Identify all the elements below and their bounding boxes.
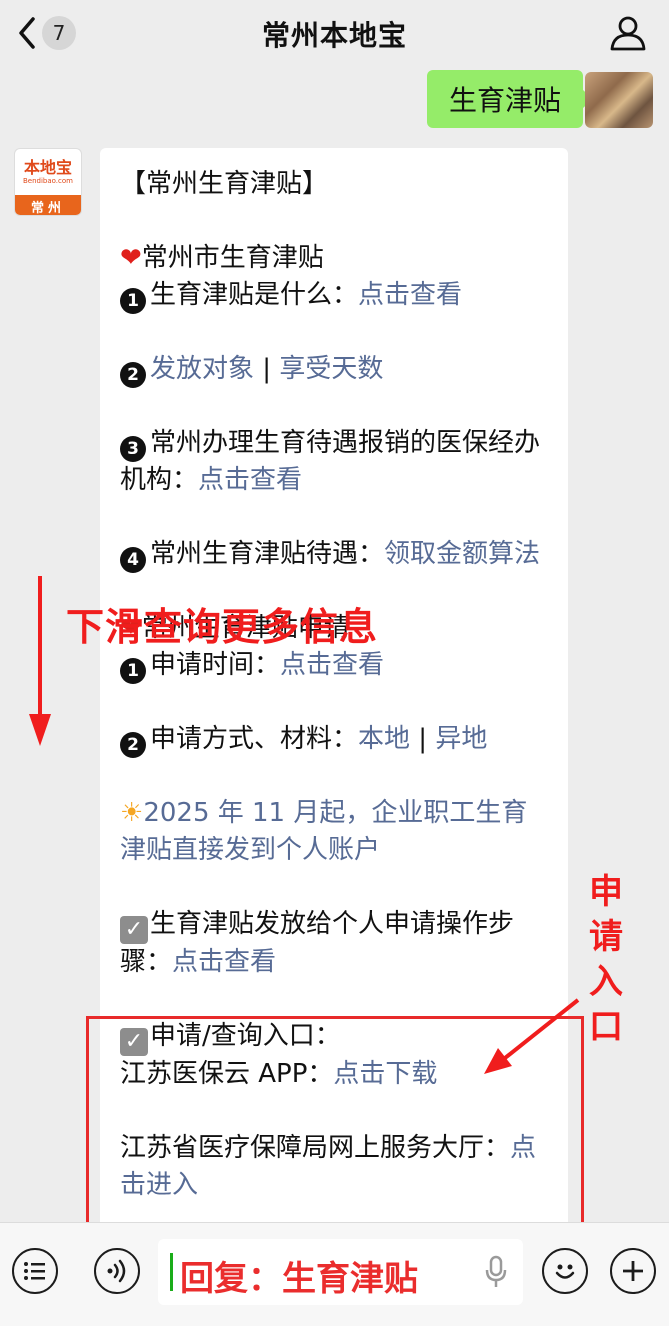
apply1: 1 申请时间：点击查看 bbox=[120, 647, 548, 684]
item2-separator: | bbox=[254, 354, 280, 384]
steps-link[interactable]: 点击查看 bbox=[172, 947, 276, 977]
back-button[interactable]: 7 bbox=[18, 16, 76, 50]
plus-icon bbox=[623, 1261, 643, 1281]
item2-link-target[interactable]: 发放对象 bbox=[150, 354, 254, 384]
number-four-icon: 4 bbox=[120, 547, 146, 573]
checkbox-icon: ✓ bbox=[120, 916, 148, 944]
list-icon bbox=[24, 1262, 45, 1280]
mic-icon[interactable] bbox=[485, 1255, 507, 1289]
emoji-button[interactable] bbox=[542, 1248, 588, 1294]
highlight-box bbox=[86, 1016, 584, 1226]
more-button[interactable] bbox=[610, 1248, 656, 1294]
item2-link-days[interactable]: 享受天数 bbox=[279, 354, 383, 384]
apply-entry-annotation: 申请入口 bbox=[589, 872, 623, 1047]
item3-link[interactable]: 点击查看 bbox=[198, 465, 302, 495]
chat-header: 7 常州本地宝 bbox=[0, 0, 669, 68]
item1: 1 生育津贴是什么：点击查看 bbox=[120, 277, 548, 314]
text-caret bbox=[170, 1253, 173, 1291]
self-avatar[interactable] bbox=[585, 72, 653, 128]
item4: 4 常州生育津贴待遇：领取金额算法 bbox=[120, 536, 548, 573]
apply2-separator: | bbox=[410, 724, 436, 754]
bot-brand: 本地宝 bbox=[23, 157, 72, 177]
section1-title: 常州市生育津贴 bbox=[141, 243, 324, 273]
number-two-icon: 2 bbox=[120, 732, 146, 758]
item1-link[interactable]: 点击查看 bbox=[358, 280, 462, 310]
apply1-label: 申请时间： bbox=[150, 650, 281, 680]
apply2-label: 申请方式、材料： bbox=[150, 724, 359, 754]
bot-avatar[interactable]: 本地宝 Bendibao.com 常州 bbox=[14, 148, 82, 216]
steps: ✓ 生育津贴发放给个人申请操作步骤：点击查看 bbox=[120, 906, 548, 981]
section1-heading: ❤常州市生育津贴 bbox=[120, 240, 548, 277]
number-one-icon: 1 bbox=[120, 658, 146, 684]
number-one-icon: 1 bbox=[120, 288, 146, 314]
notice-link[interactable]: 2025 年 11 月起，企业职工生育津贴直接发到个人账户 bbox=[120, 798, 527, 865]
scroll-hint-annotation: 下滑查询更多信息 bbox=[66, 605, 379, 649]
emoji-icon bbox=[555, 1264, 575, 1279]
down-arrow-icon bbox=[29, 576, 51, 746]
item4-label: 常州生育津贴待遇： bbox=[150, 539, 385, 569]
number-three-icon: 3 bbox=[120, 436, 146, 462]
item4-link[interactable]: 领取金额算法 bbox=[384, 539, 540, 569]
message-title: 【常州生育津贴】 bbox=[120, 169, 329, 199]
input-toolbar: 回复：生育津贴 bbox=[0, 1222, 669, 1326]
back-chevron-icon bbox=[19, 17, 35, 49]
apply2-link-local[interactable]: 本地 bbox=[358, 724, 410, 754]
apply1-link[interactable]: 点击查看 bbox=[280, 650, 384, 680]
number-two-icon: 2 bbox=[120, 362, 146, 388]
item1-label: 生育津贴是什么： bbox=[150, 280, 359, 310]
item3-label: 常州办理生育待遇报销的医保经办机构： bbox=[120, 428, 541, 495]
user-icon[interactable] bbox=[609, 14, 647, 52]
outgoing-text: 生育津贴 bbox=[448, 84, 561, 117]
bot-city: 常州 bbox=[15, 195, 81, 215]
heart-icon: ❤ bbox=[120, 243, 142, 273]
chat-title: 常州本地宝 bbox=[261, 19, 407, 52]
unread-badge: 7 bbox=[42, 16, 76, 50]
message-input[interactable]: 回复：生育津贴 bbox=[158, 1239, 523, 1305]
voice-button[interactable] bbox=[94, 1248, 140, 1294]
sun-icon: ☀ bbox=[120, 798, 144, 828]
menu-button[interactable] bbox=[12, 1248, 58, 1294]
bot-url: Bendibao.com bbox=[22, 176, 73, 185]
outgoing-message[interactable]: 生育津贴 bbox=[426, 70, 594, 128]
apply2-link-remote[interactable]: 异地 bbox=[435, 724, 487, 754]
item3: 3 常州办理生育待遇报销的医保经办机构：点击查看 bbox=[120, 425, 548, 499]
apply2: 2 申请方式、材料：本地 | 异地 bbox=[120, 721, 548, 758]
notice: ☀2025 年 11 月起，企业职工生育津贴直接发到个人账户 bbox=[120, 795, 548, 869]
voice-icon bbox=[107, 1259, 126, 1283]
item2: 2 发放对象 | 享受天数 bbox=[120, 351, 548, 388]
input-text: 回复：生育津贴 bbox=[180, 1259, 418, 1299]
